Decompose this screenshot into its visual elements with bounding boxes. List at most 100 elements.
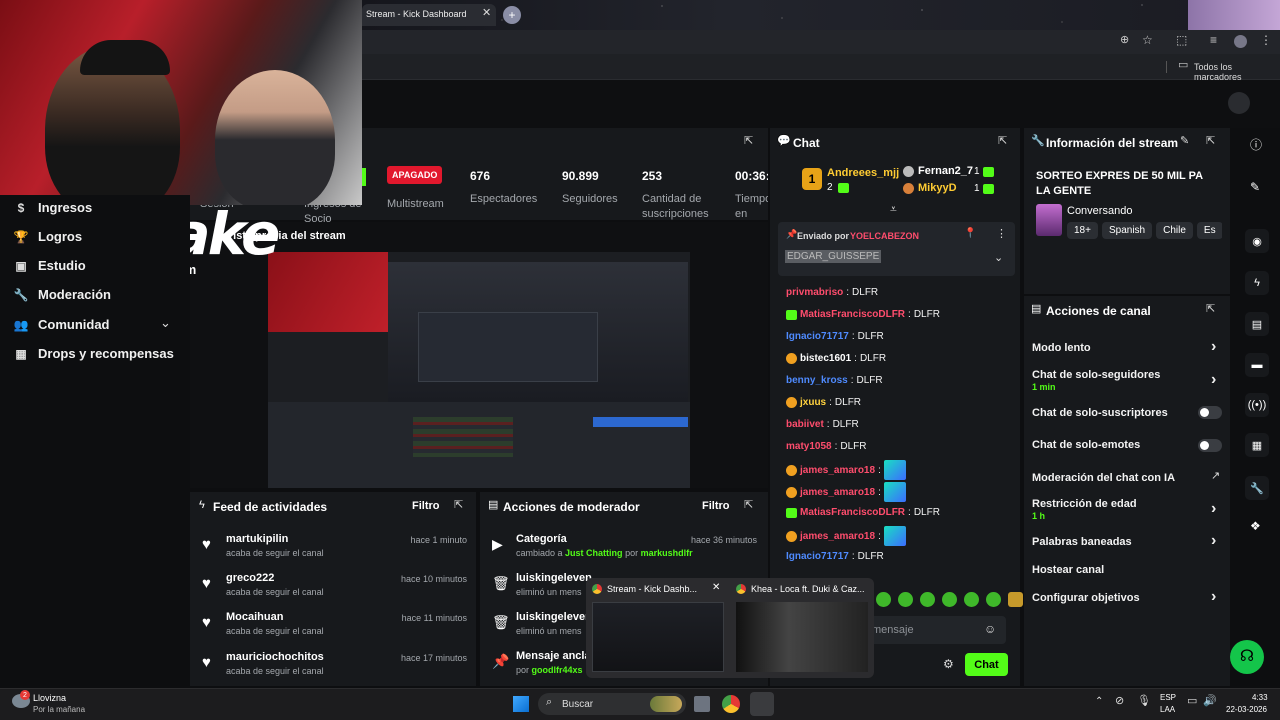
all-bookmarks-link[interactable]: Todos los marcadores: [1194, 62, 1280, 82]
chat-user[interactable]: MatiasFranciscoDLFR: [800, 507, 905, 518]
feed-user[interactable]: mauriciochochitos: [226, 651, 324, 663]
send-chat-button[interactable]: Chat: [965, 653, 1008, 676]
emote-icon[interactable]: [920, 592, 935, 607]
gifter-name[interactable]: MikyyD: [918, 182, 957, 194]
chevron-right-icon[interactable]: ›: [1211, 338, 1216, 356]
nav-item-comunidad[interactable]: 👥 Comunidad: [14, 317, 110, 332]
chat-user[interactable]: james_amaro18: [800, 531, 875, 542]
followers-only-row[interactable]: Chat de solo-seguidores: [1032, 369, 1160, 381]
emote-icon[interactable]: [898, 592, 913, 607]
layout-tool-icon[interactable]: ▦: [1245, 433, 1269, 457]
chat-user[interactable]: benny_kross: [786, 375, 848, 386]
emoji-icon[interactable]: ☺: [984, 623, 996, 635]
unpin-icon[interactable]: 📍: [964, 229, 976, 239]
star-icon[interactable]: ☆: [1142, 34, 1153, 46]
external-link-icon[interactable]: ↗: [1211, 471, 1220, 482]
new-tab-icon[interactable]: +: [503, 6, 521, 24]
extensions-icon[interactable]: ⬚: [1176, 34, 1187, 46]
emote-icon[interactable]: [876, 592, 891, 607]
expand-icon[interactable]: ⇱: [1206, 136, 1215, 147]
tag[interactable]: Spanish: [1101, 222, 1153, 239]
chrome-taskbar-icon[interactable]: [722, 695, 740, 713]
emote-icon[interactable]: [964, 592, 979, 607]
task-view-icon[interactable]: [694, 696, 710, 712]
tag[interactable]: Chile: [1156, 222, 1193, 239]
chat-user[interactable]: MatiasFranciscoDLFR: [800, 309, 905, 320]
chat-user[interactable]: james_amaro18: [800, 465, 875, 476]
thumb-title[interactable]: Khea - Loca ft. Duki & Caz...: [751, 584, 865, 594]
gifter-name[interactable]: Andreees_mjj: [827, 167, 899, 179]
expand-icon[interactable]: ⇱: [744, 500, 753, 511]
feed-user[interactable]: Mocaihuan: [226, 611, 283, 623]
weather-label[interactable]: Llovizna: [33, 693, 66, 703]
display-icon[interactable]: ▭: [1187, 696, 1197, 707]
close-tab-icon[interactable]: ✕: [482, 8, 491, 19]
category-name[interactable]: Conversando: [1067, 205, 1132, 217]
chat-user[interactable]: james_amaro18: [800, 487, 875, 498]
shapes-icon[interactable]: ❖: [1250, 520, 1261, 532]
user-avatar[interactable]: [1228, 92, 1250, 114]
chevron-down-icon[interactable]: ⌄: [994, 253, 1003, 264]
stream-preview[interactable]: [268, 252, 690, 488]
nav-item-drops[interactable]: ▦ Drops y recompensas: [14, 346, 174, 361]
tag[interactable]: 18+: [1067, 222, 1098, 239]
emote-icon[interactable]: [986, 592, 1001, 607]
age-restriction-row[interactable]: Restricción de edad: [1032, 498, 1137, 510]
chevron-right-icon[interactable]: ›: [1211, 588, 1216, 606]
edit-icon[interactable]: ✎: [1180, 136, 1189, 147]
microphone-icon[interactable]: 🎙: [1137, 696, 1151, 707]
multistream-status-badge[interactable]: APAGADO: [387, 166, 443, 184]
chevron-right-icon[interactable]: ›: [1211, 371, 1216, 389]
chat-user[interactable]: maty1058: [786, 441, 832, 452]
chat-user[interactable]: babiivet: [786, 419, 824, 430]
chevron-up-icon[interactable]: ⌃: [1095, 697, 1103, 707]
info-icon[interactable]: ⓘ: [1250, 139, 1262, 151]
active-tab[interactable]: Stream - Kick Dashboard ✕: [362, 4, 496, 26]
chat-tool-icon[interactable]: ▬: [1245, 353, 1269, 377]
banned-words-row[interactable]: Palabras baneadas: [1032, 536, 1132, 548]
chevron-right-icon[interactable]: ›: [1211, 532, 1216, 550]
mod-filter-button[interactable]: Filtro: [702, 500, 730, 512]
host-channel-row[interactable]: Hostear canal: [1032, 564, 1104, 576]
close-icon[interactable]: ✕: [712, 583, 720, 593]
thumb-preview[interactable]: [592, 602, 724, 672]
feed-filter-button[interactable]: Filtro: [412, 500, 440, 512]
gifter-name[interactable]: Fernan2_7: [918, 165, 973, 177]
language-indicator[interactable]: ESP: [1160, 693, 1176, 702]
volume-icon[interactable]: 🔊: [1203, 696, 1217, 707]
chat-user[interactable]: jxuus: [800, 397, 826, 408]
nav-item-ingresos[interactable]: $ Ingresos: [14, 200, 93, 215]
camera-tool-icon[interactable]: ◉: [1245, 229, 1269, 253]
pencil-icon[interactable]: ✎: [1250, 181, 1260, 193]
subs-only-toggle[interactable]: [1198, 406, 1222, 419]
more-icon[interactable]: ⋮: [996, 229, 1007, 240]
windows-start-icon[interactable]: [513, 696, 529, 712]
collapse-icon[interactable]: ⩡: [890, 203, 897, 215]
pinned-user[interactable]: YOELCABEZON: [850, 231, 919, 241]
support-headset-icon[interactable]: ☊: [1230, 640, 1264, 674]
menu-icon[interactable]: ⋮: [1260, 34, 1272, 46]
chat-user[interactable]: bistec1601: [800, 353, 851, 364]
wrench-tool-icon[interactable]: 🔧: [1245, 476, 1269, 500]
thumb-title[interactable]: Stream - Kick Dashb...: [607, 584, 697, 594]
broadcast-tool-icon[interactable]: ((•)): [1245, 393, 1269, 417]
expand-icon[interactable]: ⇱: [454, 500, 463, 511]
emote-icon[interactable]: [942, 592, 957, 607]
goals-row[interactable]: Configurar objetivos: [1032, 592, 1140, 604]
slow-mode-row[interactable]: Modo lento: [1032, 342, 1091, 354]
emote-icon[interactable]: [1008, 592, 1023, 607]
ai-moderation-row[interactable]: Moderación del chat con IA: [1032, 472, 1175, 484]
chat-user[interactable]: privmabriso: [786, 287, 843, 298]
zoom-icon[interactable]: ⊕: [1120, 35, 1129, 46]
tag[interactable]: Es: [1196, 222, 1222, 239]
gear-icon[interactable]: ⚙: [943, 658, 954, 670]
lightning-tool-icon[interactable]: ϟ: [1245, 271, 1269, 295]
feed-user[interactable]: greco222: [226, 572, 274, 584]
nav-item-estudio[interactable]: ▣ Estudio: [14, 258, 85, 273]
thumb-preview[interactable]: [736, 602, 868, 672]
file-tool-icon[interactable]: ▤: [1245, 312, 1269, 336]
feed-user[interactable]: martukipilin: [226, 533, 288, 545]
mod-action-user[interactable]: luiskingeleven: [516, 572, 592, 584]
chat-user[interactable]: Ignacio71717: [786, 331, 849, 342]
chevron-right-icon[interactable]: ›: [1211, 500, 1216, 518]
